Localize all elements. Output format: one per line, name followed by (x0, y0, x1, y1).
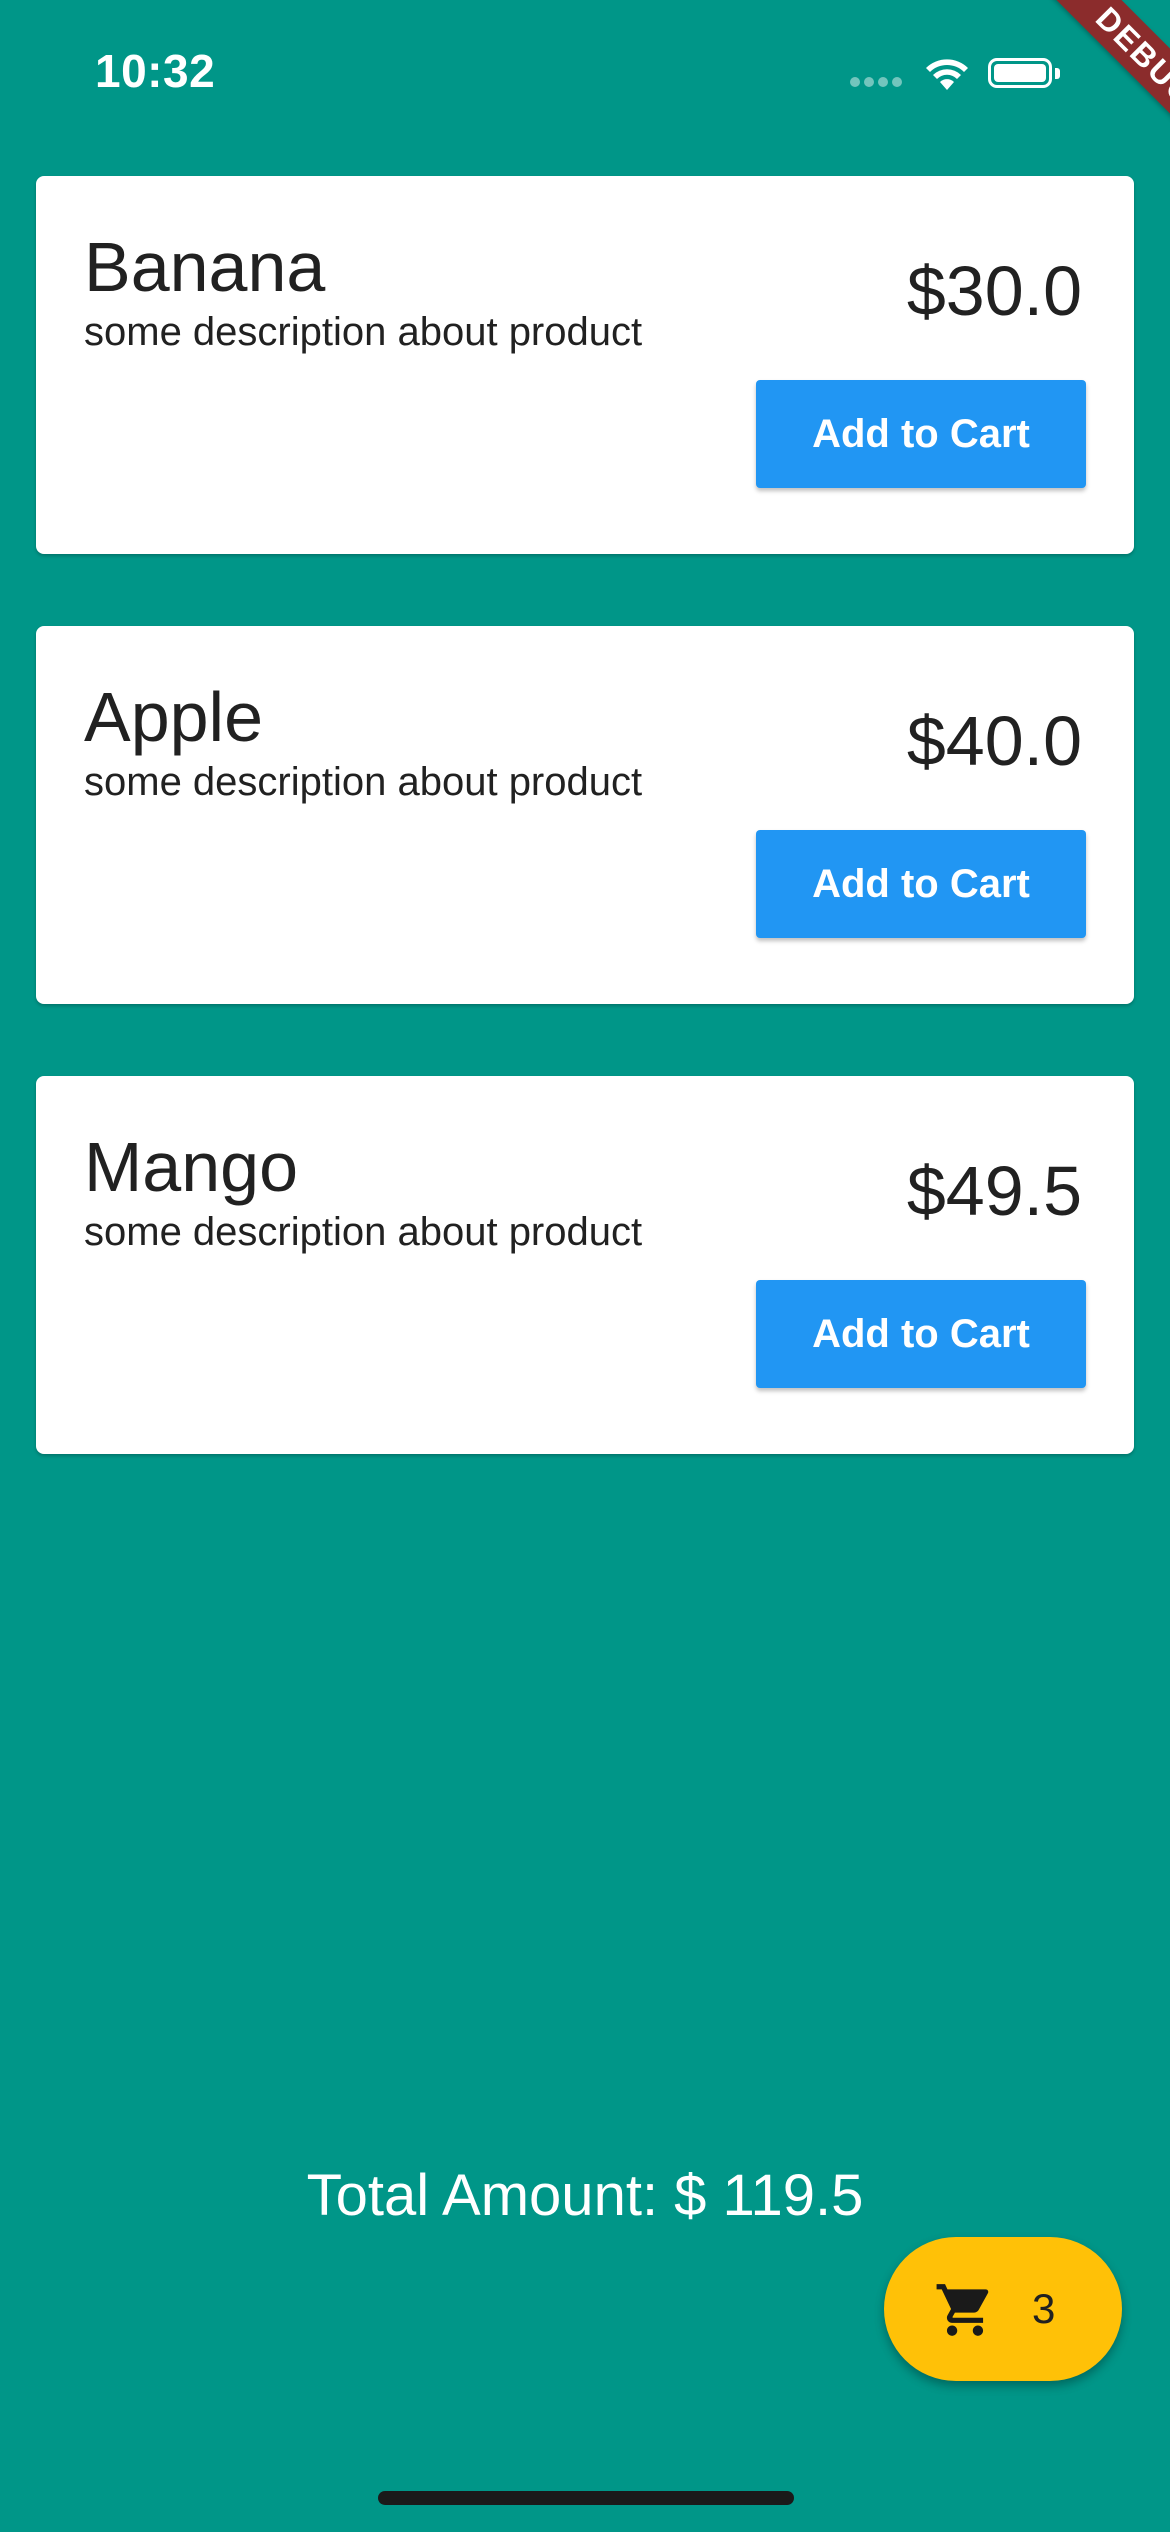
battery-tip (1055, 68, 1060, 79)
product-name: Mango (84, 1128, 299, 1206)
product-name: Apple (84, 678, 264, 756)
cart-button[interactable]: 3 (884, 2237, 1122, 2381)
product-price: $40.0 (906, 702, 1082, 780)
home-indicator[interactable] (378, 2491, 794, 2505)
battery-icon (988, 58, 1052, 88)
status-time: 10:32 (95, 45, 216, 97)
product-price: $30.0 (906, 252, 1082, 330)
total-amount: Total Amount: $ 119.5 (306, 2163, 864, 2228)
status-indicators (850, 52, 1100, 96)
product-card: Banana some description about product $3… (36, 176, 1134, 554)
product-list: Banana some description about product $3… (36, 176, 1134, 1526)
product-card: Mango some description about product $49… (36, 1076, 1134, 1454)
product-card: Apple some description about product $40… (36, 626, 1134, 1004)
add-to-cart-button[interactable]: Add to Cart (756, 1280, 1086, 1388)
shopping-cart-icon (936, 2284, 989, 2336)
cart-count: 3 (1032, 2285, 1056, 2332)
cellular-signal-icon (850, 74, 910, 87)
add-to-cart-button[interactable]: Add to Cart (756, 380, 1086, 488)
product-description: some description about product (84, 760, 643, 804)
product-description: some description about product (84, 1210, 643, 1254)
wifi-icon (926, 59, 968, 90)
product-name: Banana (84, 228, 326, 306)
add-to-cart-button[interactable]: Add to Cart (756, 830, 1086, 938)
product-price: $49.5 (906, 1152, 1082, 1230)
product-description: some description about product (84, 310, 643, 354)
debug-banner: DEBUG (970, 0, 1170, 200)
